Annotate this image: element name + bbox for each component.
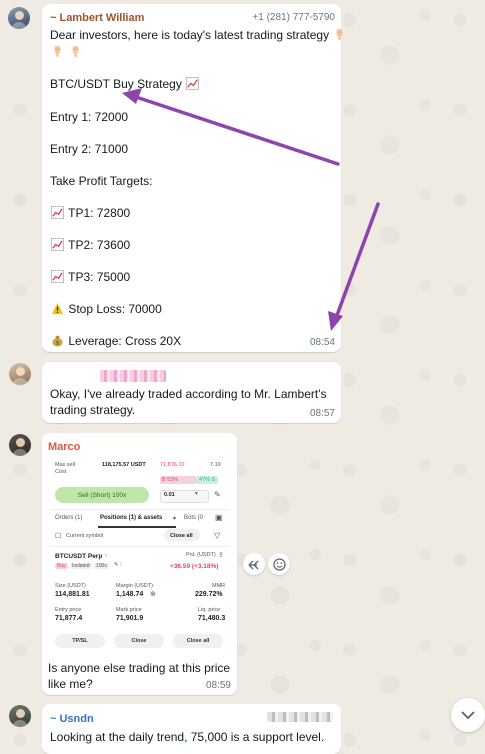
- chart-increasing-icon: [186, 77, 200, 90]
- take-profit-heading: Take Profit Targets:: [50, 174, 153, 188]
- pencil-icon: ✎: [214, 490, 221, 499]
- edit-icon: ✎ ⁝: [114, 562, 122, 568]
- message-line: trading strategy.: [50, 403, 136, 417]
- message-line: Okay, I've already traded according to M…: [50, 387, 327, 401]
- chart-increasing-icon: [51, 238, 64, 251]
- chevron-down-icon: ▾: [195, 491, 198, 497]
- message-bubble-marco: Marco Max sell Cost 118,175.57 USDT 71,8…: [42, 433, 237, 695]
- close-all-small: Close all: [170, 533, 193, 539]
- chart-increasing-icon: [51, 206, 64, 219]
- avatar[interactable]: [9, 363, 31, 385]
- stop-loss: Stop Loss: 70000: [50, 302, 162, 316]
- mark-price-value: 71,901.9: [116, 615, 144, 622]
- forward-button[interactable]: [243, 553, 265, 575]
- pnl-label: PnL (USDT): [186, 552, 216, 558]
- money-bag-icon: $: [52, 335, 63, 347]
- react-button[interactable]: [268, 553, 290, 575]
- message-time: 08:57: [309, 408, 335, 419]
- mark-price-label: Mark price: [116, 607, 142, 613]
- sender-name[interactable]: Marco: [48, 441, 80, 453]
- leverage: $ Leverage: Cross 20X: [50, 334, 181, 348]
- message-time: 08:59: [205, 680, 231, 691]
- buy-percent: B 53%: [162, 477, 179, 483]
- pnl-value: +36.59 (+3.18%): [170, 563, 219, 570]
- sell-short-button: Sell (Short) 100x: [55, 487, 149, 503]
- message-time: 08:54: [309, 337, 335, 348]
- avatar[interactable]: [9, 705, 31, 727]
- redacted-sender-name: [100, 370, 166, 382]
- strategy-title: BTC/USDT Buy Strategy: [50, 77, 200, 91]
- entry-price-value: 71,877.4: [55, 615, 83, 622]
- quantity-value: 0.01: [164, 492, 175, 498]
- scroll-to-bottom-button[interactable]: [451, 698, 485, 732]
- sender-name[interactable]: ~ Lambert William: [50, 12, 144, 24]
- pointing-down-hand-icon: [73, 45, 79, 58]
- margin-mode-tag: Isolated: [70, 563, 92, 569]
- qty: 7.19: [210, 462, 221, 468]
- filter-icon: ▽: [214, 531, 221, 540]
- smiley-icon: [272, 557, 286, 571]
- cost-label: Cost: [55, 469, 67, 475]
- chart-increasing-icon: [51, 270, 64, 283]
- redacted-phone: [267, 712, 333, 722]
- pointing-down-hand-icon: [54, 45, 61, 58]
- mmr-value: 229.72%: [195, 591, 223, 598]
- avatar[interactable]: [8, 7, 30, 29]
- message-bubble-usndn: ~ Usndn Looking at the daily trend, 75,0…: [42, 704, 341, 754]
- price: 71,876.10: [160, 462, 185, 468]
- margin-label: Margin (USDT): [116, 583, 153, 589]
- max-sell-value: 118,175.57 USDT: [102, 462, 146, 468]
- mmr-label: MMR: [212, 583, 226, 589]
- sell-percent: 47% S: [199, 477, 216, 483]
- chevron-right-icon: ›: [105, 553, 107, 559]
- pointing-down-hand-icon: [337, 28, 343, 41]
- message-bubble-lambert: ~ Lambert William +1 (281) 777-5790 Dear…: [42, 4, 343, 352]
- tp2: TP2: 73600: [50, 238, 130, 252]
- side-tag: Buy: [55, 563, 68, 569]
- tp1: TP1: 72800: [50, 206, 130, 220]
- leverage-tag: 100x: [94, 563, 109, 569]
- sender-name[interactable]: ~ Usndn: [50, 713, 94, 725]
- warning-icon: [51, 302, 64, 315]
- tpsl-button: TP/SL: [55, 634, 105, 648]
- chevron-down-icon: ▾: [173, 516, 177, 522]
- liq-price-label: Liq. price: [198, 607, 221, 613]
- share-icon: ⇪: [218, 552, 224, 559]
- current-symbol-label: Current symbol: [66, 533, 104, 539]
- trading-screenshot[interactable]: Max sell Cost 118,175.57 USDT 71,876.10 …: [50, 459, 230, 658]
- entry-price-label: Entry price: [55, 607, 82, 613]
- calendar-icon: ▣: [215, 513, 223, 522]
- sender-phone: +1 (281) 777-5790: [252, 12, 335, 23]
- message-line: Dear investors, here is today's latest t…: [50, 28, 347, 42]
- plus-circle-icon: ⊕: [150, 591, 156, 598]
- liq-price-value: 71,480.3: [198, 615, 226, 622]
- message-bubble-user: Okay, I've already traded according to M…: [42, 362, 341, 423]
- tp3: TP3: 75000: [50, 270, 130, 284]
- tab-orders: Orders (1): [55, 515, 83, 521]
- entry-1: Entry 1: 72000: [50, 110, 129, 124]
- emoji-row: [50, 45, 83, 59]
- message-line: Is anyone else trading at this price: [48, 661, 231, 675]
- close-button: Close: [114, 634, 164, 648]
- forward-icon: [248, 560, 258, 569]
- max-sell-label: Max sell: [55, 462, 76, 468]
- tab-bots: Bots (0: [184, 515, 204, 521]
- message-line: Looking at the daily trend, 75,000 is a …: [50, 730, 325, 744]
- checkbox-icon: ☐: [55, 533, 62, 540]
- message-line: like me?: [48, 677, 93, 691]
- chevron-down-icon: [461, 710, 475, 719]
- size-value: 114,881.81: [55, 591, 90, 598]
- entry-2: Entry 2: 71000: [50, 142, 129, 156]
- symbol-name: BTCUSDT Perp: [55, 553, 103, 560]
- avatar[interactable]: [9, 434, 31, 456]
- size-label: Size (USDT): [55, 583, 86, 589]
- close-all-button: Close all: [173, 634, 223, 648]
- margin-value: 1,148.74: [116, 591, 144, 598]
- svg-text:$: $: [56, 341, 60, 347]
- tab-positions: Positions (1) & assets: [100, 515, 163, 521]
